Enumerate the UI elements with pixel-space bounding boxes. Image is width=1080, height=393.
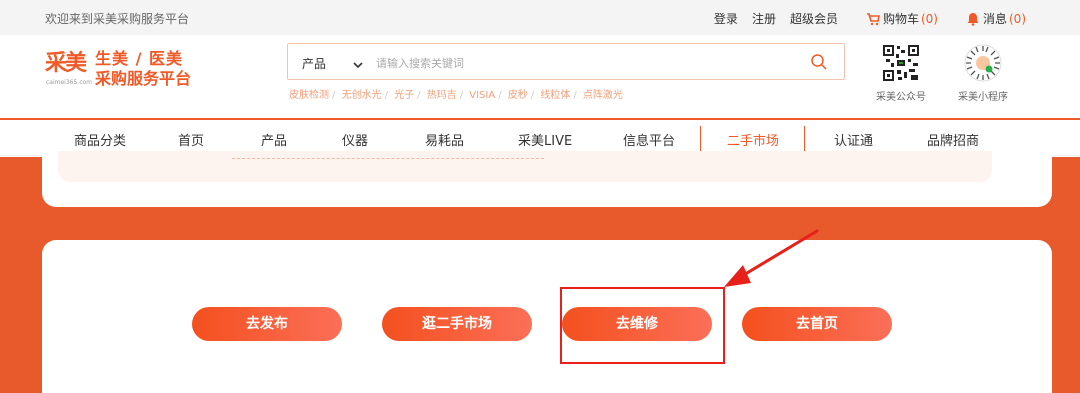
nav-divider [700,126,701,152]
site-logo[interactable]: 采美 caimei365.com 生美 / 医美 采购服务平台 [45,49,191,95]
cart-icon [866,12,880,26]
cart-label: 购物车 [882,12,919,26]
nav-item-info-platform[interactable]: 信息平台 [623,130,675,149]
mini-program-label: 采美小程序 [958,92,1008,103]
welcome-text: 欢迎来到采美采购服务平台 [45,12,190,26]
dashed-divider [232,158,544,159]
go-home-button[interactable]: 去首页 [742,307,892,341]
nav-item-certification[interactable]: 认证通 [834,130,873,149]
browse-second-hand-button[interactable]: 逛二手市场 [382,307,532,341]
chevron-down-icon[interactable] [352,56,364,69]
nav-item-live[interactable]: 采美LIVE [518,130,572,149]
search-category-select[interactable]: 产品 [302,55,326,72]
login-link[interactable]: 登录 [714,10,738,27]
annotation-arrow-icon [724,229,819,287]
search-bar: 产品 请输入搜索关键词 [287,43,845,80]
search-icon[interactable] [810,53,828,71]
hot-keywords: 皮肤检测 / 无创水光 / 光子 / 热玛吉 / VISIA / 皮秒 / 线粒体 / 点阵激… [289,90,623,101]
annotation-highlight-box [560,287,725,364]
logo-text: 生美 / 医美 采购服务平台 [95,49,192,88]
hot-keyword[interactable]: 无创水光 [342,90,382,101]
nav-item-home[interactable]: 首页 [178,130,204,149]
logo-mark: 采美 caimei365.com [45,50,93,86]
hot-keyword[interactable]: VISIA [469,90,495,101]
message-count: (0) [1009,11,1026,26]
hot-keyword[interactable]: 点阵激光 [583,90,623,101]
register-link[interactable]: 注册 [752,10,776,27]
publish-button[interactable]: 去发布 [192,307,342,341]
top-links: 登录 注册 超级会员 购物车 (0) 消息 (0) [700,10,1026,27]
content-card-inner [58,151,992,182]
top-bar: 欢迎来到采美采购服务平台 登录 注册 超级会员 购物车 (0) 消息 (0) [0,0,1080,35]
hot-keyword[interactable]: 线粒体 [540,90,570,101]
message-label: 消息 [982,12,1007,26]
nav-item-instruments[interactable]: 仪器 [342,130,368,149]
nav-item-consumables[interactable]: 易耗品 [425,130,464,149]
bell-icon [966,12,980,26]
cart-count: (0) [920,11,938,26]
hot-keyword[interactable]: 皮秒 [508,90,528,101]
mini-program-qr: 采美小程序 [953,44,1013,103]
nav-item-brand-recruitment[interactable]: 品牌招商 [927,130,979,149]
official-account-qr: 采美公众号 [871,44,931,103]
mini-program-code-icon [964,44,1002,82]
header: 采美 caimei365.com 生美 / 医美 采购服务平台 产品 请输入搜索… [0,35,1080,118]
official-account-label: 采美公众号 [876,92,926,103]
nav-item-products[interactable]: 产品 [261,130,287,149]
cart-link[interactable]: 购物车 (0) [852,10,938,27]
message-link[interactable]: 消息 (0) [952,10,1026,27]
vip-link[interactable]: 超级会员 [790,10,838,27]
nav-item-categories[interactable]: 商品分类 [74,130,126,149]
nav-divider [804,126,805,152]
search-input[interactable]: 请输入搜索关键词 [376,55,464,71]
qr-code-icon [882,44,920,82]
hot-keyword[interactable]: 光子 [394,90,414,101]
hot-keyword[interactable]: 皮肤检测 [289,90,329,101]
nav-item-second-hand[interactable]: 二手市场 [727,130,779,149]
hot-keyword[interactable]: 热玛吉 [427,90,457,101]
